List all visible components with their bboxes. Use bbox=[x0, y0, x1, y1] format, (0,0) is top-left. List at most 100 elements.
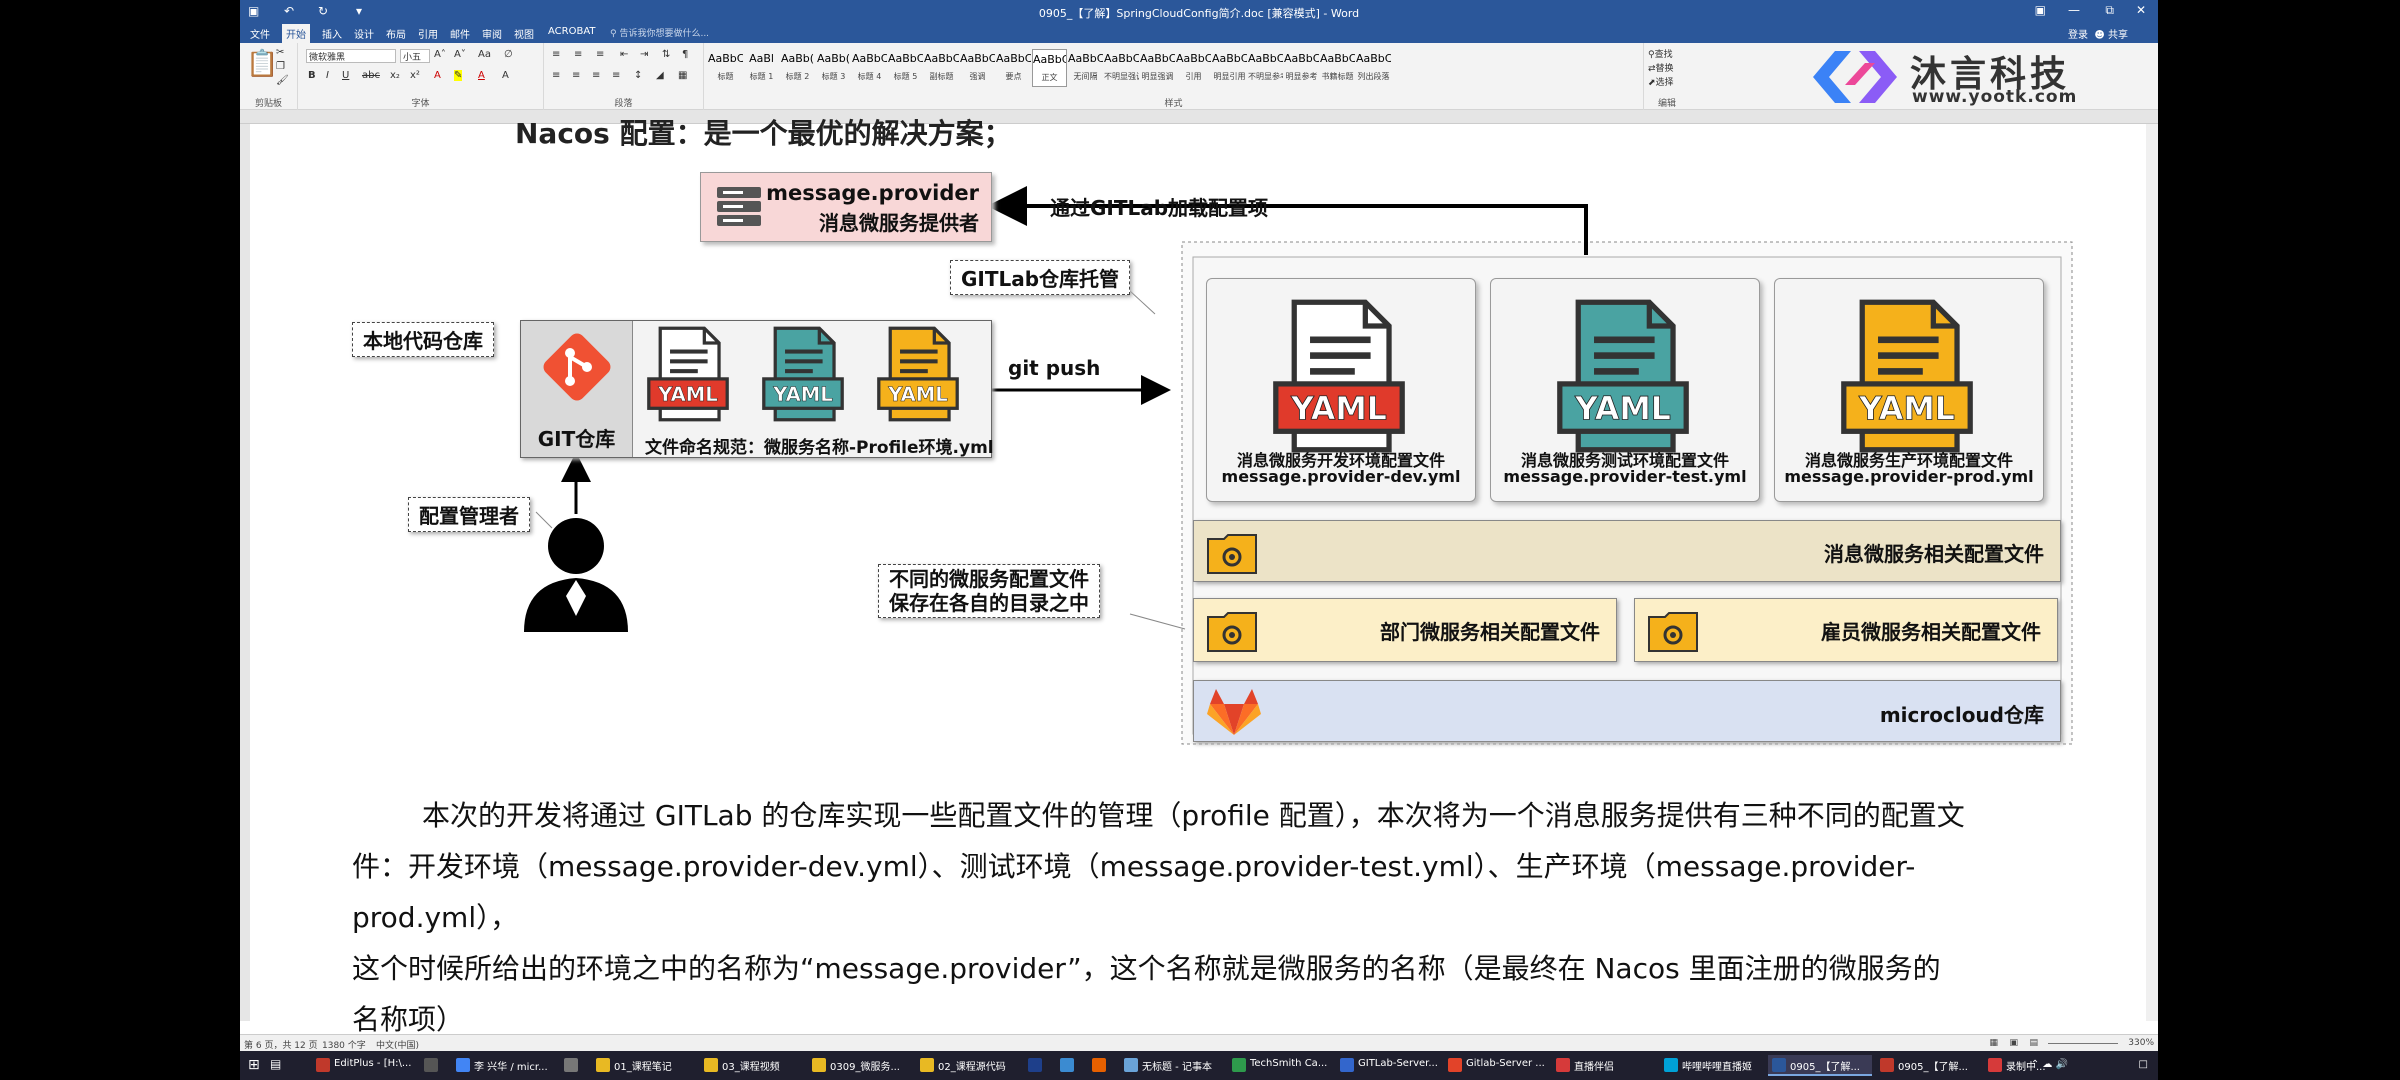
taskbar-item[interactable]: 李 兴华 / micr... bbox=[452, 1055, 556, 1076]
style-item[interactable]: AaBbCcD 不明显参考 bbox=[1248, 49, 1283, 87]
taskbar-item[interactable]: EditPlus - [H:\... bbox=[312, 1055, 416, 1076]
page-count[interactable]: 第 6 页，共 12 页 bbox=[244, 1038, 318, 1051]
shrink-font-icon[interactable]: A˅ bbox=[454, 49, 466, 60]
taskbar-item[interactable]: 哔哩哔哩直播姬 bbox=[1660, 1055, 1764, 1076]
superscript-icon[interactable]: x² bbox=[410, 70, 420, 81]
tray-icons[interactable]: ⌃ ☁ 🔊 bbox=[2031, 1059, 2068, 1070]
style-item[interactable]: AaBbCcD 要点 bbox=[996, 49, 1031, 87]
taskbar-item[interactable]: 01_课程笔记 bbox=[592, 1055, 696, 1076]
task-view-icon[interactable]: ▤ bbox=[270, 1057, 281, 1071]
print-layout-icon[interactable]: ▣ bbox=[2009, 1038, 2018, 1048]
style-item[interactable]: AaBbCcDc 明显引用 bbox=[1212, 49, 1247, 87]
zoom-level[interactable]: 330% bbox=[2128, 1038, 2154, 1048]
tab-insert[interactable]: 插入 bbox=[320, 26, 344, 41]
highlight-icon[interactable]: ✎ bbox=[454, 70, 463, 81]
taskbar-item[interactable]: 02_课程源代码 bbox=[916, 1055, 1020, 1076]
justify-icon[interactable]: ≡ bbox=[612, 70, 620, 81]
tab-view[interactable]: 视图 bbox=[512, 26, 536, 41]
style-item[interactable]: AaBbCcDc 正文 bbox=[1032, 49, 1067, 87]
strikethrough-icon[interactable]: abc bbox=[362, 70, 380, 81]
style-item[interactable]: AaBbCcDc 列出段落 bbox=[1356, 49, 1391, 87]
style-item[interactable]: AaBbC 标题 5 bbox=[888, 49, 923, 87]
minimize-icon[interactable]: — bbox=[2068, 3, 2080, 17]
bold-icon[interactable]: B bbox=[308, 70, 316, 81]
text-effects-icon[interactable]: A bbox=[434, 70, 441, 81]
replace-button[interactable]: ⇄替换 bbox=[1648, 61, 1674, 74]
font-name-select[interactable]: 微软雅黑 bbox=[306, 49, 396, 63]
taskbar-item[interactable]: 直播伴侣 bbox=[1552, 1055, 1656, 1076]
style-item[interactable]: AaBl 标题 1 bbox=[744, 49, 779, 87]
taskbar-item[interactable] bbox=[1024, 1055, 1052, 1076]
tab-review[interactable]: 审阅 bbox=[480, 26, 504, 41]
style-item[interactable]: AaBb(标题 2 bbox=[780, 49, 815, 87]
read-mode-icon[interactable]: ▦ bbox=[1989, 1038, 1998, 1048]
style-item[interactable]: AaBbCcDc 无间隔 bbox=[1068, 49, 1103, 87]
web-layout-icon[interactable]: ▤ bbox=[2029, 1038, 2038, 1048]
tab-layout[interactable]: 布局 bbox=[384, 26, 408, 41]
line-spacing-icon[interactable]: ↕ bbox=[634, 70, 642, 81]
taskbar-item[interactable]: 03_课程视频 bbox=[700, 1055, 804, 1076]
style-item[interactable]: AaBbC(标题 4 bbox=[852, 49, 887, 87]
tab-acrobat[interactable]: ACROBAT bbox=[546, 26, 598, 37]
ribbon-display-icon[interactable]: ▣ bbox=[2035, 3, 2046, 17]
borders-icon[interactable]: ▦ bbox=[678, 70, 687, 81]
tab-mailings[interactable]: 邮件 bbox=[448, 26, 472, 41]
taskbar-item[interactable]: 无标题 - 记事本 bbox=[1120, 1055, 1224, 1076]
increase-indent-icon[interactable]: ⇥ bbox=[640, 49, 648, 60]
word-count[interactable]: 1380 个字 bbox=[322, 1038, 366, 1051]
align-left-icon[interactable]: ≡ bbox=[552, 70, 560, 81]
select-button[interactable]: ⬈选择 bbox=[1648, 75, 1674, 88]
paste-icon[interactable]: 📋 bbox=[246, 49, 278, 79]
decrease-indent-icon[interactable]: ⇤ bbox=[620, 49, 628, 60]
close-icon[interactable]: ✕ bbox=[2136, 3, 2146, 17]
style-item[interactable]: AaBb(标题 3 bbox=[816, 49, 851, 87]
char-shading-icon[interactable]: A bbox=[502, 70, 509, 81]
tab-home[interactable]: 开始 bbox=[282, 24, 310, 43]
style-item[interactable]: AaBbCcDc 明显强调 bbox=[1140, 49, 1175, 87]
style-item[interactable]: AaBbCcDc 不明显强调 bbox=[1104, 49, 1139, 87]
taskbar-item[interactable]: Gitlab-Server ... bbox=[1444, 1055, 1548, 1076]
language[interactable]: 中文(中国) bbox=[376, 1038, 419, 1051]
tab-references[interactable]: 引用 bbox=[416, 26, 440, 41]
copy-icon[interactable]: ❐ bbox=[276, 61, 285, 72]
start-icon[interactable]: ⊞ bbox=[248, 1057, 260, 1073]
taskbar-item[interactable] bbox=[420, 1055, 448, 1076]
restore-icon[interactable]: ⧉ bbox=[2105, 3, 2114, 18]
grow-font-icon[interactable]: A˄ bbox=[434, 49, 446, 60]
taskbar-item[interactable]: GITLab-Server... bbox=[1336, 1055, 1440, 1076]
taskbar-item[interactable] bbox=[1088, 1055, 1116, 1076]
clear-format-icon[interactable]: ∅ bbox=[504, 49, 513, 60]
taskbar-item[interactable]: 0905_【了解... bbox=[1768, 1055, 1872, 1076]
tab-file[interactable]: 文件 bbox=[248, 26, 272, 41]
share-button[interactable]: ☻ 共享 bbox=[2094, 26, 2128, 41]
login-link[interactable]: 登录 bbox=[2068, 26, 2088, 41]
align-right-icon[interactable]: ≡ bbox=[592, 70, 600, 81]
notification-icon[interactable]: □ bbox=[2139, 1059, 2148, 1070]
italic-icon[interactable]: I bbox=[326, 70, 329, 81]
subscript-icon[interactable]: x₂ bbox=[390, 70, 400, 81]
font-color-icon[interactable]: A bbox=[478, 70, 485, 81]
style-item[interactable]: AaBbCcDc 强调 bbox=[960, 49, 995, 87]
style-item[interactable]: AaBbCcD 书籍标题 bbox=[1320, 49, 1355, 87]
bullets-icon[interactable]: ≡ bbox=[552, 49, 560, 60]
numbering-icon[interactable]: ≡ bbox=[574, 49, 582, 60]
cut-icon[interactable]: ✂ bbox=[276, 47, 284, 58]
taskbar-item[interactable]: TechSmith Ca... bbox=[1228, 1055, 1332, 1076]
shading-icon[interactable]: ◢ bbox=[656, 70, 664, 81]
font-size-select[interactable]: 小五 bbox=[400, 49, 430, 63]
sort-icon[interactable]: ⇅ bbox=[662, 49, 670, 60]
show-marks-icon[interactable]: ¶ bbox=[682, 49, 688, 60]
format-painter-icon[interactable]: 🖌 bbox=[276, 75, 289, 86]
taskbar-item[interactable] bbox=[1056, 1055, 1084, 1076]
find-button[interactable]: ⚲查找 bbox=[1648, 47, 1673, 60]
tell-me-box[interactable]: ⚲ 告诉我你想要做什么... bbox=[610, 26, 709, 39]
taskbar-item[interactable]: 0309_微服务... bbox=[808, 1055, 912, 1076]
zoom-slider[interactable] bbox=[2048, 1043, 2118, 1044]
style-item[interactable]: AaBbCcDc 引用 bbox=[1176, 49, 1211, 87]
style-item[interactable]: AaBbC 标题 bbox=[708, 49, 743, 87]
align-center-icon[interactable]: ≡ bbox=[572, 70, 580, 81]
change-case-icon[interactable]: Aa bbox=[478, 49, 491, 60]
taskbar-item[interactable]: 0905_【了解... bbox=[1876, 1055, 1980, 1076]
taskbar-item[interactable] bbox=[560, 1055, 588, 1076]
underline-icon[interactable]: U bbox=[342, 70, 349, 81]
